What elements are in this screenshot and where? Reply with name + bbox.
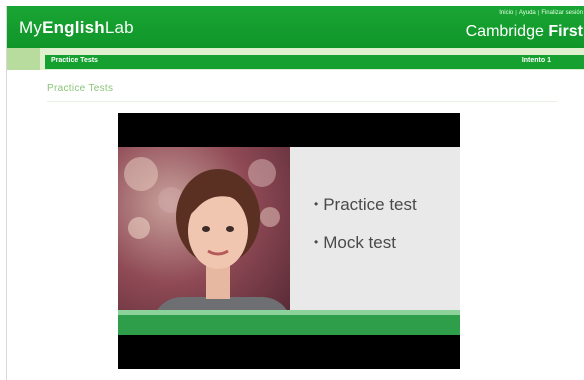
brand-logo[interactable]: MyEnglishLab [19, 18, 134, 38]
bullet-item: • Mock test [314, 233, 396, 252]
slide-accent-bar [118, 315, 460, 335]
attempts-label: Intento 1 [521, 57, 551, 64]
section-navbar: Practice Tests Intento 1 [45, 55, 584, 69]
bullet-text-practice: Practice test [323, 195, 417, 214]
header-banner: MyEnglishLab Inicio | Ayuda | Finalizar sesi… [7, 6, 584, 48]
strip-tab [7, 48, 40, 70]
brand-name: English [42, 18, 105, 37]
exam-title-bold: First [548, 23, 583, 40]
brand-suffix: Lab [104, 18, 134, 37]
brand-prefix: My [19, 18, 43, 37]
video-player[interactable]: • Practice test • Mock test [118, 113, 460, 369]
page-title: Practice Tests [47, 83, 114, 94]
home-link[interactable]: Inicio [499, 10, 513, 16]
help-link[interactable]: Ayuda [519, 10, 536, 16]
presenter-image [118, 147, 290, 335]
top-links: Inicio | Ayuda | Finalizar sesión [499, 10, 583, 16]
presenter-figure [152, 169, 290, 335]
section-title[interactable]: Practice Tests [51, 57, 98, 64]
video-frame: • Practice test • Mock test [118, 147, 460, 335]
app-frame: MyEnglishLab Inicio | Ayuda | Finalizar sesi… [6, 6, 584, 380]
exam-title: Cambridge First [466, 23, 583, 41]
divider [47, 101, 557, 102]
logout-link[interactable]: Finalizar sesión [541, 10, 583, 16]
bullet-text-mock: Mock test [323, 233, 396, 252]
bullet-item: • Practice test [314, 195, 417, 214]
slide-bullets: • Practice test • Mock test [314, 195, 417, 271]
exam-title-light: Cambridge [465, 23, 544, 40]
